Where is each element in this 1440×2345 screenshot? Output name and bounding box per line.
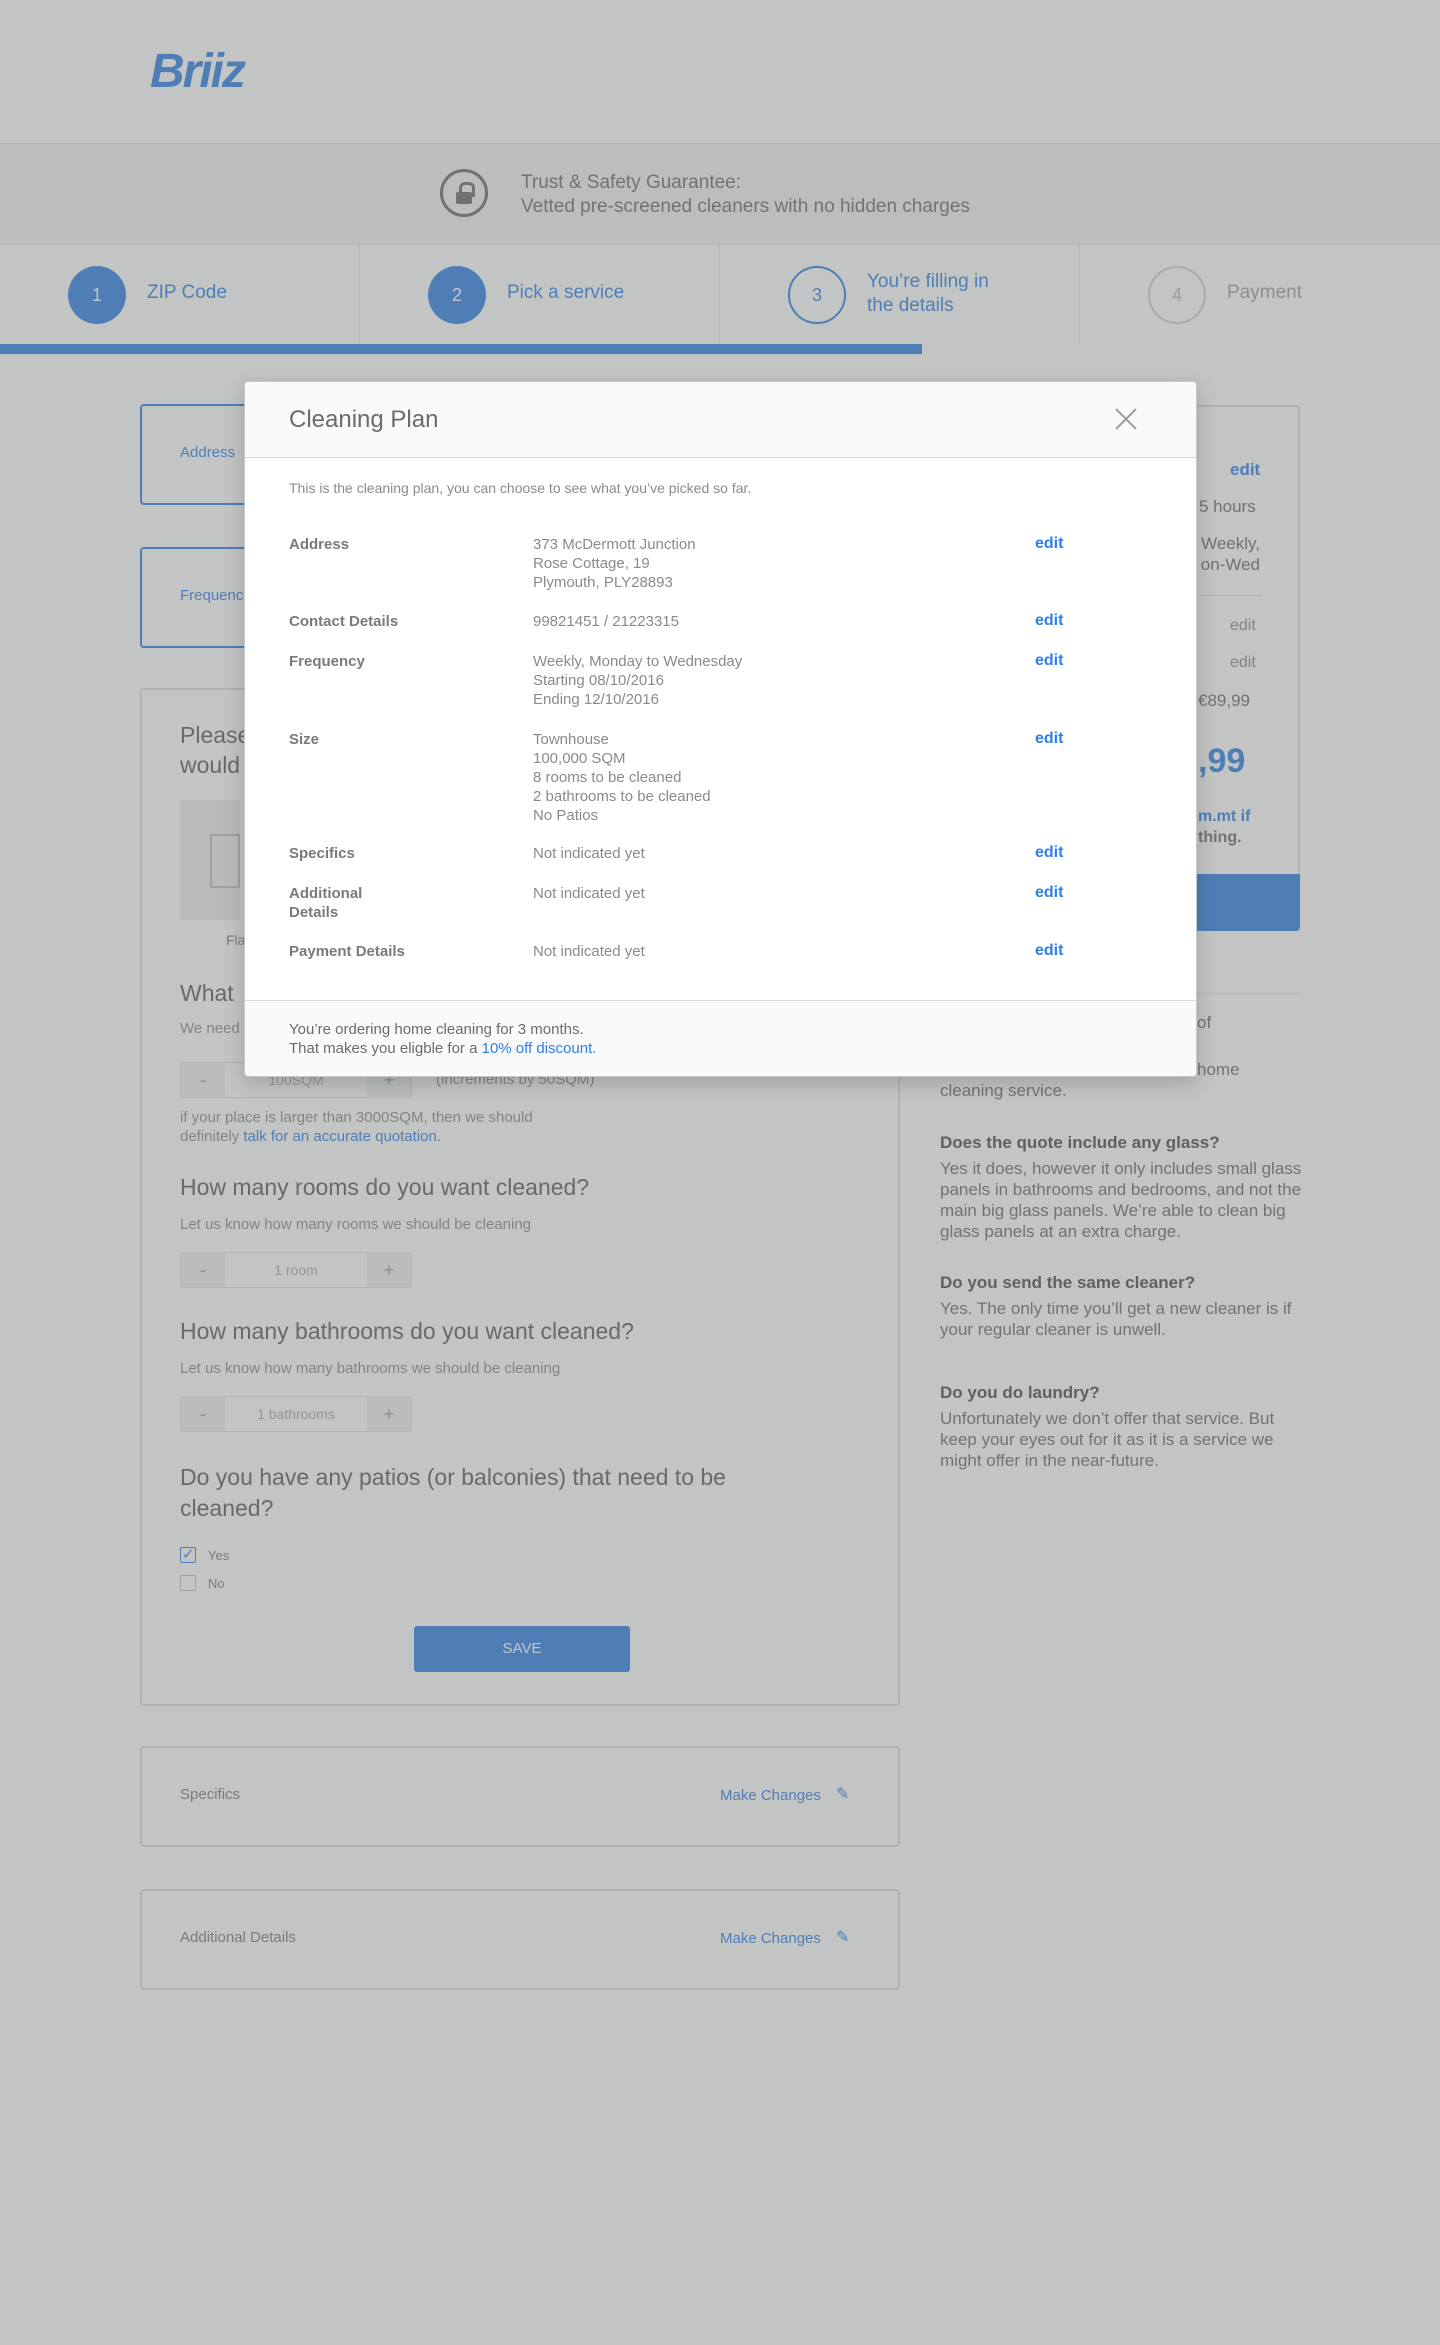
modal-footer: You’re ordering home cleaning for 3 mont… [245, 1000, 1196, 1076]
plan-row-value: 99821451 / 21223315 [533, 613, 679, 630]
modal-header: Cleaning Plan [245, 382, 1196, 458]
discount-link[interactable]: 10% off discount [482, 1040, 593, 1057]
specifics-edit-link[interactable]: edit [1035, 844, 1063, 862]
address-edit-link[interactable]: edit [1035, 535, 1063, 553]
size-edit-link[interactable]: edit [1035, 730, 1063, 748]
footer-text: You’re ordering home cleaning for 3 mont… [289, 1020, 596, 1058]
plan-row-label: Address [289, 536, 350, 553]
plan-row-value: Townhouse 100,000 SQM 8 rooms to be clea… [533, 731, 711, 824]
plan-row-value: Not indicated yet [533, 943, 645, 960]
plan-row-label: Frequency [289, 653, 365, 670]
modal-title: Cleaning Plan [289, 406, 439, 433]
cleaning-plan-modal: Cleaning Plan This is the cleaning plan,… [244, 381, 1197, 1077]
modal-backdrop[interactable] [0, 0, 1440, 2345]
payment-edit-link[interactable]: edit [1035, 942, 1063, 960]
plan-row-value: Weekly, Monday to Wednesday Starting 08/… [533, 653, 743, 708]
footer-text-part: . [592, 1040, 597, 1057]
close-icon[interactable] [1109, 402, 1143, 436]
contact-edit-link[interactable]: edit [1035, 612, 1063, 630]
plan-row-label: Size [289, 731, 320, 748]
plan-row-value: Not indicated yet [533, 885, 645, 902]
plan-row-value: 373 McDermott Junction Rose Cottage, 19 … [533, 536, 696, 591]
plan-row-label: Contact Details [289, 613, 399, 630]
modal-intro: This is the cleaning plan, you can choos… [289, 480, 752, 496]
footer-line: That makes you eligble for a 10% off dis… [289, 1039, 596, 1058]
plan-row-value: Not indicated yet [533, 845, 645, 862]
footer-line: You’re ordering home cleaning for 3 mont… [289, 1021, 584, 1038]
plan-row-label: Specifics [289, 845, 355, 862]
footer-text-part: That makes you eligble for a [289, 1040, 482, 1057]
plan-row-label: Additional Details [289, 885, 363, 921]
plan-row-label: Payment Details [289, 943, 405, 960]
frequency-edit-link[interactable]: edit [1035, 652, 1063, 670]
additional-edit-link[interactable]: edit [1035, 884, 1063, 902]
